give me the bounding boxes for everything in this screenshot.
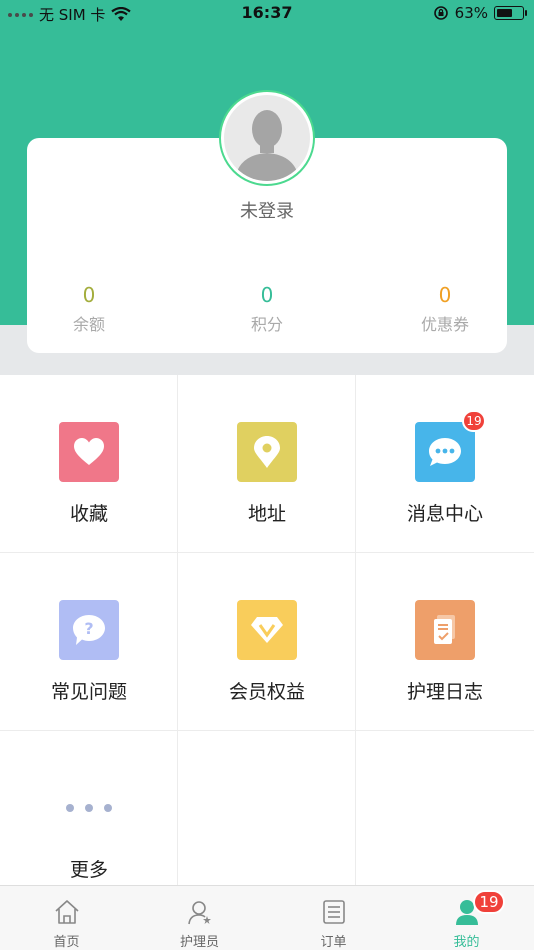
menu-item-messages[interactable]: 19 消息中心 (356, 375, 534, 553)
menu-item-more[interactable]: 更多 (0, 731, 178, 909)
svg-text:?: ? (84, 619, 93, 638)
menu-item-label: 会员权益 (228, 681, 305, 703)
coupons-value: 0 (438, 283, 452, 307)
menu-item-faq[interactable]: ? 常见问题 (0, 553, 178, 731)
balance-value: 0 (82, 283, 96, 307)
menu-item-label: 地址 (247, 503, 286, 525)
tab-label: 我的 (453, 935, 480, 950)
login-status[interactable]: 未登录 (0, 197, 534, 223)
tab-label: 护理员 (179, 935, 219, 950)
coupons-label: 优惠券 (420, 315, 469, 334)
tab-orders[interactable]: 订单 (267, 886, 400, 950)
balance-label: 余额 (72, 315, 105, 334)
menu-item-care-log[interactable]: 护理日志 (356, 553, 534, 731)
menu-item-label: 收藏 (69, 503, 108, 525)
status-right: 63% (433, 4, 527, 22)
menu-item-label: 常见问题 (50, 681, 127, 703)
home-icon (55, 900, 79, 924)
empty-cell (356, 731, 534, 909)
vip-diamond-icon (237, 600, 297, 660)
location-pin-icon (237, 422, 297, 482)
points-label: 积分 (250, 315, 283, 334)
tab-label: 首页 (53, 935, 80, 950)
menu-item-favorites[interactable]: 收藏 (0, 375, 178, 553)
tab-mine[interactable]: 我的 19 (400, 886, 533, 950)
question-bubble-icon: ? (59, 600, 119, 660)
menu-grid: 收藏 地址 19 消息中心 ? 常见问题 会员权益 护理日志 更多 (0, 375, 534, 909)
menu-item-label: 护理日志 (406, 681, 483, 703)
profile-tab-badge: 19 (473, 890, 505, 914)
messages-badge: 19 (462, 410, 486, 432)
avatar[interactable] (219, 90, 315, 186)
caregiver-icon (188, 901, 211, 925)
menu-item-address[interactable]: 地址 (178, 375, 356, 553)
heart-icon (59, 422, 119, 482)
tab-bar: 首页 护理员 订单 我的 19 (0, 885, 534, 950)
balance-stat[interactable]: 0 余额 (29, 283, 149, 335)
rotation-lock-icon (433, 6, 448, 20)
menu-item-label: 消息中心 (406, 503, 483, 525)
more-dots-icon (59, 778, 119, 838)
chat-bubble-icon (415, 422, 475, 482)
menu-item-label: 更多 (69, 859, 108, 881)
menu-item-membership[interactable]: 会员权益 (178, 553, 356, 731)
battery-icon (494, 6, 527, 20)
tab-home[interactable]: 首页 (0, 886, 133, 950)
coupons-stat[interactable]: 0 优惠券 (385, 283, 505, 335)
battery-percent: 63% (454, 4, 488, 22)
default-avatar-icon (234, 110, 300, 181)
status-bar: 无 SIM 卡 16:37 63% (0, 0, 534, 26)
tab-label: 订单 (320, 935, 347, 950)
order-list-icon (323, 900, 345, 924)
empty-cell (178, 731, 356, 909)
log-document-icon (415, 600, 475, 660)
points-stat[interactable]: 0 积分 (207, 283, 327, 335)
tab-caregiver[interactable]: 护理员 (133, 886, 266, 950)
points-value: 0 (260, 283, 274, 307)
